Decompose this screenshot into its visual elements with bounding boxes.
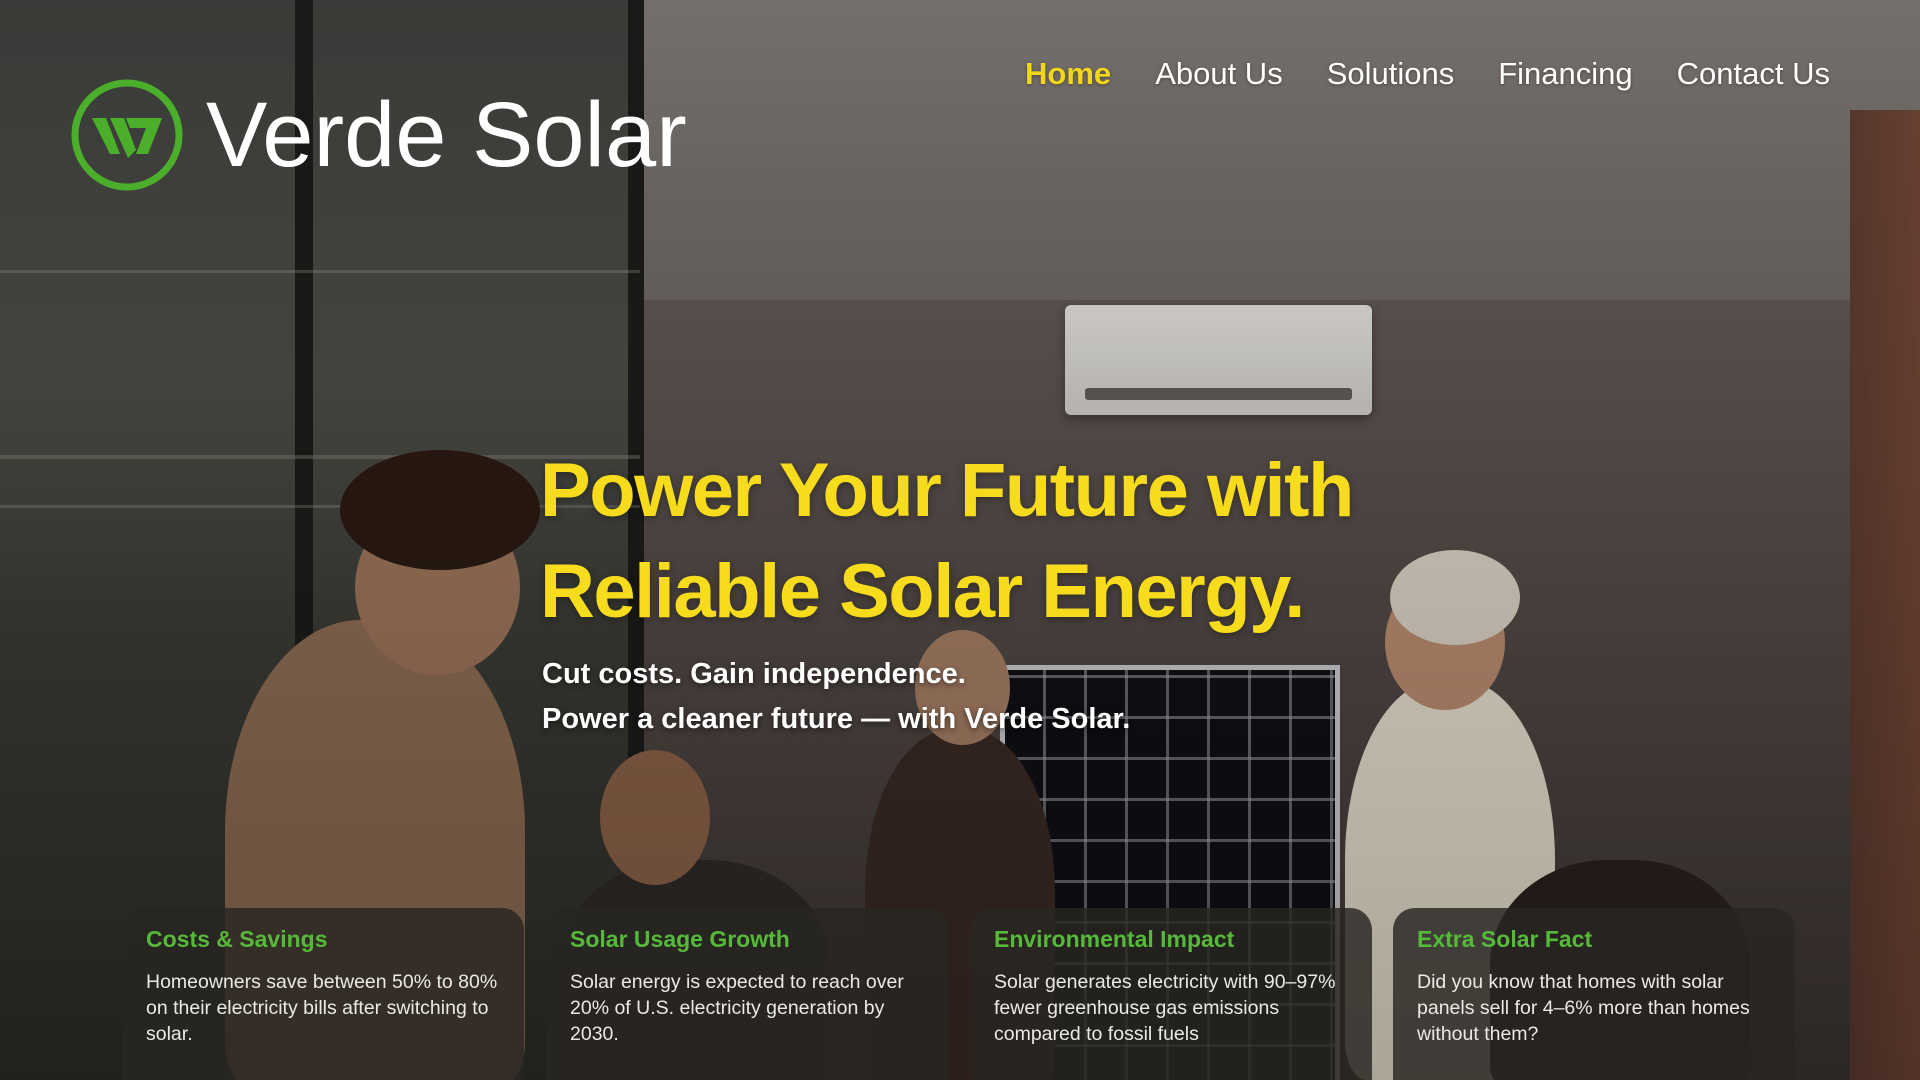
card-body: Did you know that homes with solar panel… [1417, 971, 1750, 1045]
person-hair [340, 450, 540, 570]
card-body: Homeowners save between 50% to 80% on th… [146, 971, 498, 1045]
hero-subheadline-line-1: Cut costs. Gain independence. [542, 658, 966, 690]
hero-section: Verde Solar Home About Us Solutions Fina… [0, 0, 1920, 1080]
fact-card-solar-usage-growth: Solar Usage Growth Solar energy is expec… [546, 908, 948, 1080]
nav-contact-us[interactable]: Contact Us [1677, 56, 1830, 92]
window-frame [0, 270, 640, 273]
card-body: Solar generates electricity with 90–97% … [994, 971, 1336, 1045]
card-body: Solar energy is expected to reach over 2… [570, 971, 904, 1045]
nav-financing[interactable]: Financing [1498, 56, 1632, 92]
fact-card-costs-savings: Costs & Savings Homeowners save between … [122, 908, 524, 1080]
air-conditioner [1065, 305, 1372, 415]
vs-leaf-circle-icon [71, 79, 183, 191]
hero-headline-line-1: Power Your Future with [540, 448, 1354, 533]
person-head [600, 750, 710, 885]
fact-card-environmental-impact: Environmental Impact Solar generates ele… [970, 908, 1372, 1080]
hero-headline: Power Your Future with Reliable Solar En… [540, 440, 1354, 642]
person-hair [1390, 550, 1520, 645]
brand-logo[interactable]: Verde Solar [70, 78, 687, 192]
hero-headline-line-2: Reliable Solar Energy. [540, 549, 1305, 634]
brand-name: Verde Solar [206, 84, 687, 186]
nav-about-us[interactable]: About Us [1155, 56, 1283, 92]
background-brick-wall [1850, 110, 1920, 1080]
hero-subheadline: Cut costs. Gain independence. Power a cl… [542, 652, 1130, 742]
person-head [1385, 575, 1505, 710]
fact-card-extra-solar-fact: Extra Solar Fact Did you know that homes… [1393, 908, 1795, 1080]
card-title: Costs & Savings [146, 926, 328, 952]
nav-home[interactable]: Home [1025, 56, 1111, 92]
person-head [355, 500, 520, 675]
card-title: Environmental Impact [994, 926, 1235, 952]
nav-solutions[interactable]: Solutions [1327, 56, 1455, 92]
card-title: Extra Solar Fact [1417, 926, 1593, 952]
main-navigation: Home About Us Solutions Financing Contac… [981, 56, 1830, 92]
card-title: Solar Usage Growth [570, 926, 790, 952]
air-conditioner-vent [1085, 388, 1352, 400]
hero-subheadline-line-2: Power a cleaner future — with Verde Sola… [542, 703, 1131, 735]
